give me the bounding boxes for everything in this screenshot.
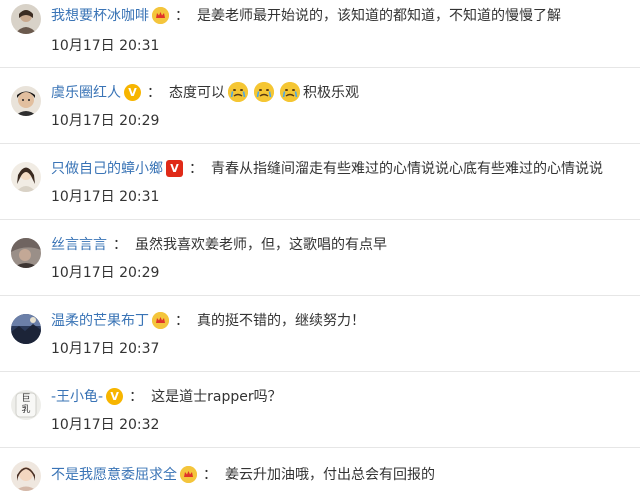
- colon-separator: ：: [203, 467, 217, 483]
- comment-line: 丝言言言 ： 虽然我喜欢姜老师，但，这歌唱的有点早: [51, 231, 387, 257]
- avatar[interactable]: 巨 乳: [11, 390, 41, 420]
- comment-item: 巨 乳 -王小龟- V ： 这是道士rapper吗？ 10月17日 20:32: [0, 372, 640, 448]
- username-link[interactable]: 丝言言言: [51, 234, 107, 254]
- colon-separator: ：: [175, 8, 189, 24]
- comment-item: 虞乐圈红人 V ： 态度可以 积极乐观 10月17日 20:29: [0, 68, 640, 144]
- username-link[interactable]: 不是我愿意委屈求全: [51, 464, 177, 484]
- comment-timestamp[interactable]: 10月17日 20:37: [51, 338, 159, 358]
- comment-line: -王小龟- V ： 这是道士rapper吗？: [51, 383, 282, 409]
- comment-item: 温柔的芒果布丁 ： 真的挺不错的，继续努力！ 10月17日 20:37: [0, 296, 640, 372]
- comment-text: 姜云升加油哦，付出总会有回报的: [225, 467, 435, 483]
- comment-text: 积极乐观: [303, 85, 359, 101]
- colon-separator: ：: [147, 85, 161, 101]
- crown-badge-icon: [152, 6, 169, 24]
- comment-text: 态度可以: [169, 85, 225, 101]
- comment-text: 真的挺不错的，继续努力！: [197, 313, 365, 329]
- colon-separator: ：: [129, 389, 144, 405]
- comment-text: 虽然我喜欢姜老师，但，这歌唱的有点早: [135, 237, 387, 253]
- crying-face-icon: [254, 82, 274, 102]
- comment-timestamp[interactable]: 10月17日 20:31: [51, 35, 159, 55]
- avatar[interactable]: [11, 314, 41, 344]
- username-link[interactable]: -王小龟-: [51, 386, 103, 406]
- avatar[interactable]: [11, 461, 41, 491]
- comment-text: 青春从指缝间溜走有些难过的心情说说心底有些难过的心情说说: [211, 161, 603, 177]
- avatar[interactable]: [11, 238, 41, 268]
- comment-item: 丝言言言 ： 虽然我喜欢姜老师，但，这歌唱的有点早 10月17日 20:29: [0, 220, 640, 296]
- username-link[interactable]: 只做自己的蟑小鄉: [51, 158, 163, 178]
- comment-timestamp[interactable]: 10月17日 20:32: [51, 414, 159, 434]
- comment-line: 温柔的芒果布丁 ： 真的挺不错的，继续努力！: [51, 307, 365, 333]
- comment-feed: 我想要杯冰咖啡 ： 是姜老师最开始说的，该知道的都知道，不知道的慢慢了解 10月…: [0, 0, 640, 500]
- colon-separator: ：: [175, 313, 189, 329]
- avatar-text: 巨 乳: [21, 394, 31, 415]
- comment-line: 不是我愿意委屈求全 ： 姜云升加油哦，付出总会有回报的: [51, 461, 435, 487]
- username-link[interactable]: 温柔的芒果布丁: [51, 310, 149, 330]
- comment-text: 这是道士rapper吗？: [151, 389, 282, 405]
- username-link[interactable]: 我想要杯冰咖啡: [51, 5, 149, 25]
- colon-separator: ：: [189, 161, 203, 177]
- username-link[interactable]: 虞乐圈红人: [51, 82, 121, 102]
- comment-text: 是姜老师最开始说的，该知道的都知道，不知道的慢慢了解: [197, 8, 561, 24]
- crown-badge-icon: [180, 465, 197, 483]
- comment-line: 虞乐圈红人 V ： 态度可以 积极乐观: [51, 79, 359, 105]
- comment-line: 我想要杯冰咖啡 ： 是姜老师最开始说的，该知道的都知道，不知道的慢慢了解: [51, 2, 561, 28]
- comment-item: 我想要杯冰咖啡 ： 是姜老师最开始说的，该知道的都知道，不知道的慢慢了解 10月…: [0, 0, 640, 68]
- comment-timestamp[interactable]: 10月17日 20:29: [51, 262, 159, 282]
- comment-timestamp[interactable]: 10月17日 20:29: [51, 110, 159, 130]
- crying-face-icon: [228, 82, 248, 102]
- crying-face-icon: [280, 82, 300, 102]
- verified-v-badge-icon: V: [124, 83, 141, 101]
- comment-timestamp[interactable]: 10月17日 20:31: [51, 186, 159, 206]
- avatar[interactable]: [11, 162, 41, 192]
- verified-v-badge-icon: V: [106, 387, 124, 405]
- comment-item: 只做自己的蟑小鄉 V ： 青春从指缝间溜走有些难过的心情说说心底有些难过的心情说…: [0, 144, 640, 220]
- comment-item: 不是我愿意委屈求全 ： 姜云升加油哦，付出总会有回报的: [0, 448, 640, 500]
- crown-badge-icon: [152, 311, 169, 329]
- avatar[interactable]: [11, 4, 41, 34]
- comment-line: 只做自己的蟑小鄉 V ： 青春从指缝间溜走有些难过的心情说说心底有些难过的心情说…: [51, 155, 603, 181]
- verified-v-badge-icon: V: [166, 159, 183, 177]
- colon-separator: ：: [113, 237, 127, 253]
- avatar[interactable]: [11, 86, 41, 116]
